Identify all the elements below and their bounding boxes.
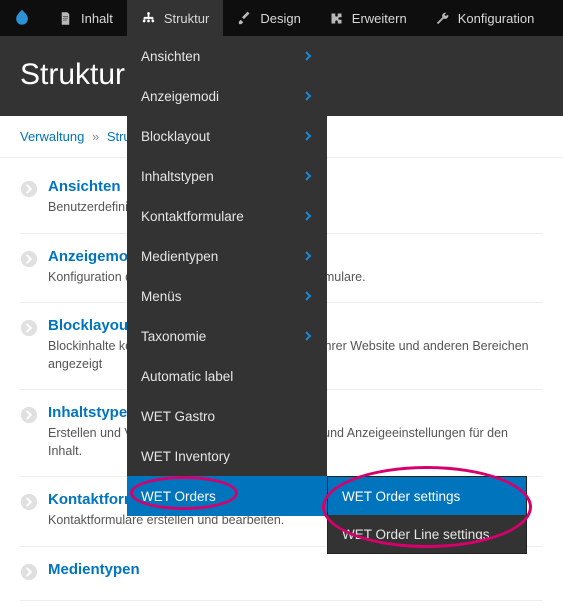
submenu-item[interactable]: WET Order Line settings bbox=[328, 515, 526, 553]
dropdown-item[interactable]: Anzeigemodi bbox=[127, 76, 327, 116]
submenu-label: WET Order settings bbox=[342, 489, 460, 504]
dropdown-label: Anzeigemodi bbox=[141, 89, 219, 104]
chevron-right-icon bbox=[303, 129, 313, 144]
submenu-label: WET Order Line settings bbox=[342, 527, 490, 542]
document-icon bbox=[58, 11, 73, 26]
admin-section: Medientypen bbox=[20, 547, 543, 601]
chevron-right-icon bbox=[303, 209, 313, 224]
dropdown-label: Medientypen bbox=[141, 249, 218, 264]
dropdown-item[interactable]: WET Orders bbox=[127, 476, 327, 516]
toolbar-item-konfiguration[interactable]: Konfiguration bbox=[421, 0, 549, 36]
chevron-right-icon bbox=[303, 49, 313, 64]
drupal-logo[interactable] bbox=[0, 0, 44, 36]
chevron-circle-icon bbox=[20, 250, 38, 271]
hierarchy-icon bbox=[141, 11, 156, 26]
breadcrumb-separator: » bbox=[92, 129, 99, 144]
dropdown-item[interactable]: Taxonomie bbox=[127, 316, 327, 356]
dropdown-item[interactable]: Medientypen bbox=[127, 236, 327, 276]
drupal-icon bbox=[12, 8, 32, 28]
puzzle-icon bbox=[329, 11, 344, 26]
struktur-dropdown: Ansichten Anzeigemodi Blocklayout Inhaltsty… bbox=[127, 36, 327, 516]
admin-toolbar: Inhalt Struktur Design Erweitern Konfigu… bbox=[0, 0, 563, 36]
toolbar-label: Struktur bbox=[164, 11, 210, 26]
toolbar-label: Design bbox=[260, 11, 300, 26]
dropdown-label: Automatic label bbox=[141, 369, 233, 384]
chevron-circle-icon bbox=[20, 180, 38, 201]
dropdown-item[interactable]: Automatic label bbox=[127, 356, 327, 396]
wrench-icon bbox=[435, 11, 450, 26]
chevron-right-icon bbox=[303, 249, 313, 264]
chevron-right-icon bbox=[303, 169, 313, 184]
dropdown-item[interactable]: Blocklayout bbox=[127, 116, 327, 156]
dropdown-label: Inhaltstypen bbox=[141, 169, 214, 184]
submenu-item[interactable]: WET Order settings bbox=[328, 477, 526, 515]
brush-icon bbox=[237, 11, 252, 26]
dropdown-item[interactable]: Kontaktformulare bbox=[127, 196, 327, 236]
toolbar-label: Konfiguration bbox=[458, 11, 535, 26]
chevron-right-icon bbox=[303, 329, 313, 344]
dropdown-item[interactable]: Menüs bbox=[127, 276, 327, 316]
wet-orders-submenu: WET Order settings WET Order Line setting… bbox=[327, 476, 527, 554]
chevron-circle-icon bbox=[20, 563, 38, 584]
toolbar-item-inhalt[interactable]: Inhalt bbox=[44, 0, 127, 36]
toolbar-item-struktur[interactable]: Struktur bbox=[127, 0, 224, 36]
chevron-circle-icon bbox=[20, 493, 38, 514]
toolbar-item-erweitern[interactable]: Erweitern bbox=[315, 0, 421, 36]
dropdown-label: Ansichten bbox=[141, 49, 200, 64]
chevron-right-icon bbox=[303, 289, 313, 304]
dropdown-label: WET Inventory bbox=[141, 449, 230, 464]
section-body: Medientypen bbox=[48, 561, 543, 582]
dropdown-label: Blocklayout bbox=[141, 129, 210, 144]
breadcrumb-root[interactable]: Verwaltung bbox=[20, 129, 84, 144]
chevron-right-icon bbox=[303, 89, 313, 104]
dropdown-label: Taxonomie bbox=[141, 329, 206, 344]
dropdown-item[interactable]: Inhaltstypen bbox=[127, 156, 327, 196]
dropdown-item[interactable]: WET Inventory bbox=[127, 436, 327, 476]
dropdown-label: Kontaktformulare bbox=[141, 209, 244, 224]
toolbar-item-design[interactable]: Design bbox=[223, 0, 314, 36]
dropdown-item[interactable]: Ansichten bbox=[127, 36, 327, 76]
dropdown-label: WET Gastro bbox=[141, 409, 215, 424]
chevron-circle-icon bbox=[20, 406, 38, 427]
toolbar-label: Inhalt bbox=[81, 11, 113, 26]
section-title[interactable]: Medientypen bbox=[48, 561, 543, 578]
dropdown-item[interactable]: WET Gastro bbox=[127, 396, 327, 436]
dropdown-label: WET Orders bbox=[141, 489, 216, 504]
chevron-circle-icon bbox=[20, 319, 38, 340]
toolbar-label: Erweitern bbox=[352, 11, 407, 26]
dropdown-label: Menüs bbox=[141, 289, 182, 304]
